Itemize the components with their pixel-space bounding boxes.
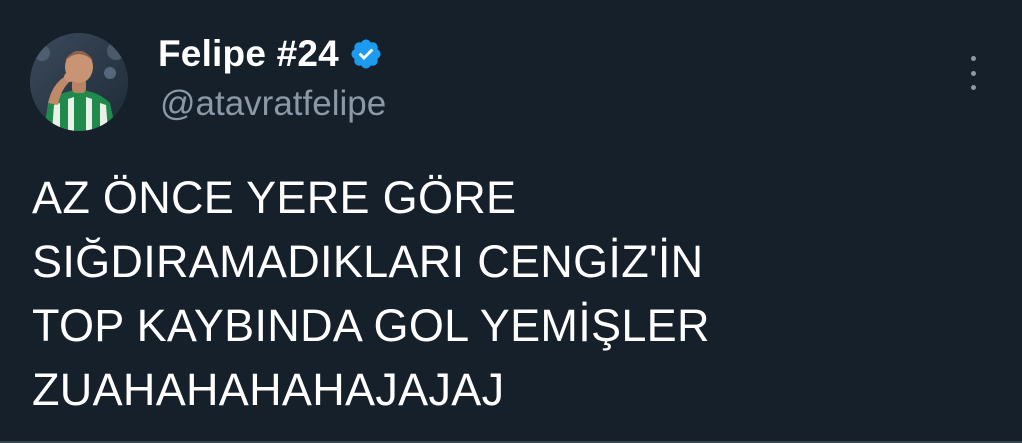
display-name-row: Felipe #24 xyxy=(158,30,383,78)
user-handle[interactable]: @atavratfelipe xyxy=(160,84,386,124)
tweet-text-line: TOP KAYBINDA GOL YEMİŞLER xyxy=(32,300,710,351)
tweet-text: AZ ÖNCE YERE GÖRE SIĞDIRAMADIKLARI CENGİ… xyxy=(32,166,992,422)
verified-badge-icon xyxy=(349,37,383,71)
tweet-card: Felipe #24 @atavratfelipe AZ ÖNCE YERE G… xyxy=(0,0,1022,443)
tweet-text-line: ZUAHAHAHAHAJAJAJ xyxy=(32,364,505,415)
tweet-text-line: SIĞDIRAMADIKLARI CENGİZ'İN xyxy=(32,236,704,287)
more-dot xyxy=(970,85,976,90)
more-dot xyxy=(970,56,976,61)
avatar[interactable] xyxy=(30,33,128,131)
more-vertical-icon[interactable] xyxy=(960,56,986,90)
tweet-text-line: AZ ÖNCE YERE GÖRE xyxy=(32,172,517,223)
more-dot xyxy=(970,70,976,76)
display-name[interactable]: Felipe #24 xyxy=(158,33,339,75)
avatar-image xyxy=(30,33,128,131)
